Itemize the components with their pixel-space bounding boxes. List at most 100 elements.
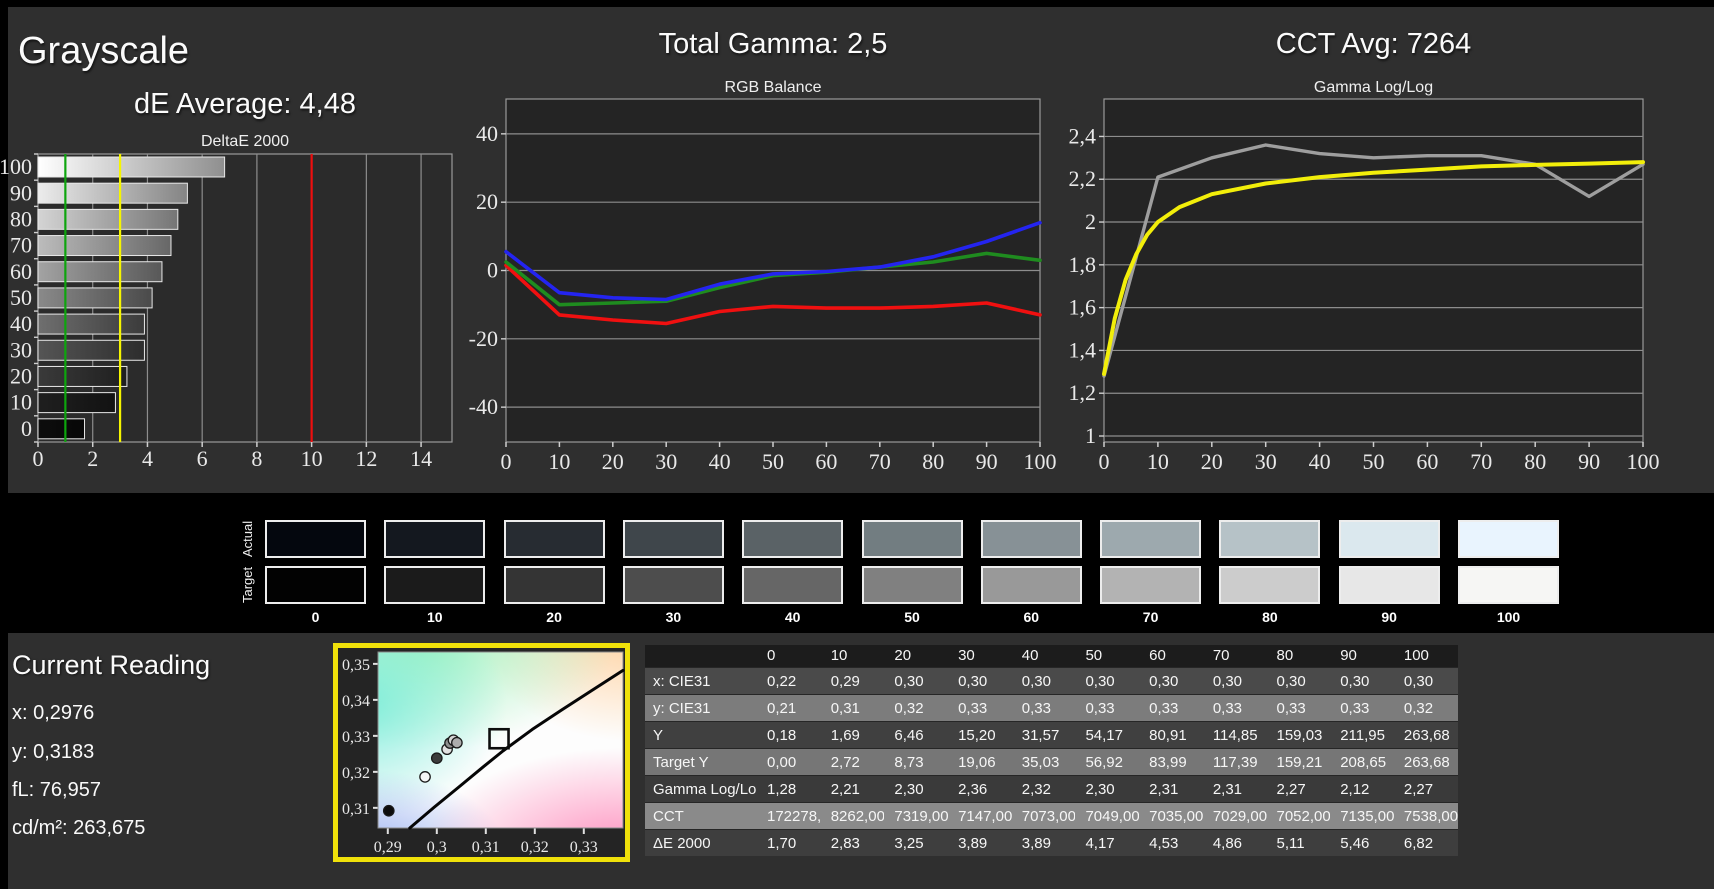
table-value-cell: 0,33	[1212, 700, 1243, 717]
swatch-level-label: 40	[784, 609, 801, 625]
table-value-cell: 114,85	[1212, 727, 1258, 744]
table-value-cell: 0,33	[1340, 700, 1370, 717]
cct-avg-stat: CCT Avg: 7264	[1275, 28, 1472, 60]
deltae-bar-80	[37, 208, 179, 230]
table-value-cell: 263,68	[1403, 754, 1450, 771]
table-header-cell: 40	[1021, 647, 1039, 664]
table-value-cell: 0,29	[830, 673, 860, 690]
table-header-cell: 0	[767, 647, 776, 664]
swatch-level-label: 70	[1142, 609, 1159, 625]
x-axis-label: 70	[869, 449, 891, 474]
current-reading-y: y: 0,3183	[12, 741, 95, 763]
table-value-cell: 1,69	[830, 727, 860, 744]
y-axis-label: 0,34	[342, 693, 370, 710]
swatch-actual-60	[980, 520, 1082, 558]
x-axis-label: 50	[1363, 449, 1385, 474]
table-header-cell: 20	[894, 647, 912, 664]
table-value-cell: 83,99	[1149, 754, 1187, 771]
y-axis-label: 2	[1085, 209, 1096, 234]
swatch-actual-100	[1458, 520, 1559, 558]
x-axis-label: 0	[501, 449, 512, 474]
deltae-bar-70	[37, 235, 172, 257]
measured-point	[382, 804, 395, 817]
y-axis-label: 70	[10, 233, 32, 258]
swatch-target-70	[1100, 566, 1202, 604]
measurement-table: 0 10 20 30 40 50 60 70 80 90 100 x: CIE31 0,22 0,29 0,…	[645, 645, 1458, 856]
table-value-cell: 5,11	[1276, 835, 1305, 852]
x-axis-label: 80	[922, 449, 944, 474]
y-axis-label: 1,2	[1069, 380, 1097, 405]
deltae-bar-chart: 10090807060504030201000 2 4 6 8 10 12 14	[0, 153, 453, 471]
y-axis-label: 10	[10, 390, 32, 415]
y-axis-label: 20	[10, 364, 32, 389]
x-axis-label: 30	[1255, 449, 1277, 474]
table-row-label: Y	[653, 727, 664, 744]
x-axis-label: 0,31	[472, 839, 500, 856]
swatch-target-20	[503, 566, 605, 604]
table-value-cell: 2,72	[830, 754, 860, 771]
x-axis-label: 14	[410, 446, 432, 471]
table-value-cell: 0,18	[767, 727, 797, 744]
current-reading-fl: fL: 76,957	[12, 779, 101, 801]
y-axis-label: 20	[476, 189, 498, 214]
x-axis-label: 40	[1309, 449, 1331, 474]
table-row: CCT 172278,00 8262,00 7319,00 7147,00 7073,00…	[645, 802, 1458, 829]
x-axis-label: 6	[197, 446, 208, 471]
calibration-report: { "accent": {"cie_border": "#f0e10a", "p…	[0, 0, 1714, 889]
swatch-target-90	[1338, 566, 1440, 604]
table-value-cell: 0,30	[1149, 673, 1179, 690]
table-header-cell: 70	[1212, 647, 1230, 664]
table-value-cell: 2,36	[958, 781, 988, 798]
table-row: Y 0,18 1,69 6,46 15,20 31,57 54,17 80,91 114,85 1…	[645, 721, 1458, 748]
table-value-cell: 159,03	[1276, 727, 1323, 744]
table-value-cell: 0,30	[1085, 673, 1115, 690]
table-value-cell: 4,17	[1085, 835, 1115, 852]
x-axis-label: 8	[251, 446, 262, 471]
table-value-cell: 0,33	[1085, 700, 1115, 717]
table-value-cell: 35,03	[1021, 754, 1060, 771]
table-value-cell: 2,12	[1340, 781, 1370, 798]
table-value-cell: 0,00	[767, 754, 797, 771]
swatch-target-10	[384, 566, 486, 604]
swatch-level-label: 90	[1381, 609, 1397, 625]
y-axis-label: 1,8	[1069, 252, 1097, 277]
swatch-level-label: 80	[1262, 609, 1278, 625]
table-value-cell: 3,25	[894, 835, 924, 852]
deltae-bar-40	[37, 313, 145, 335]
swatch-level-label: 0	[311, 609, 320, 625]
y-axis-label: 50	[10, 285, 32, 310]
plot-area	[377, 651, 624, 829]
table-value-cell: 2,31	[1212, 781, 1243, 798]
x-axis-label: 100	[1627, 449, 1660, 474]
y-axis-label: 0,33	[342, 729, 370, 746]
table-value-cell: 3,89	[1021, 835, 1051, 852]
table-row: Gamma Log/Log 1,28 2,21 2,30 2,36 2,32 2,30 2,3…	[645, 775, 1458, 802]
table-value-cell: 0,30	[894, 673, 924, 690]
table-value-cell: 7538,00	[1403, 808, 1458, 825]
swatch-actual-50	[861, 520, 963, 558]
deltae-bar-90	[37, 182, 188, 204]
x-axis-label: 10	[301, 446, 323, 471]
table-value-cell: 0,33	[1149, 700, 1179, 717]
deltae-bar-10	[37, 392, 116, 414]
x-axis-label: 20	[1201, 449, 1223, 474]
table-value-cell: 8262,00	[830, 808, 885, 825]
x-axis-label: 4	[142, 446, 153, 471]
measured-point	[419, 771, 431, 783]
table-row-label: Target Y	[653, 754, 709, 771]
y-axis-label: 30	[10, 337, 32, 362]
swatch-actual-10	[384, 520, 486, 558]
table-value-cell: 0,33	[1276, 700, 1306, 717]
y-axis-label: 90	[10, 180, 32, 205]
table-value-cell: 54,17	[1085, 727, 1123, 744]
deltae-bar-60	[37, 261, 163, 283]
swatch-actual-70	[1100, 520, 1202, 558]
table-value-cell: 7319,00	[894, 808, 949, 825]
table-header-cell: 100	[1403, 647, 1429, 664]
table-value-cell: 0,21	[767, 700, 797, 717]
x-axis-label: 0	[33, 446, 44, 471]
table-value-cell: 172278,00	[767, 808, 821, 825]
measured-point	[451, 736, 463, 749]
deltae-bar-20	[37, 365, 128, 387]
table-row: y: CIE31 0,21 0,31 0,32 0,33 0,33 0,33 0,33 0,33…	[645, 694, 1458, 721]
